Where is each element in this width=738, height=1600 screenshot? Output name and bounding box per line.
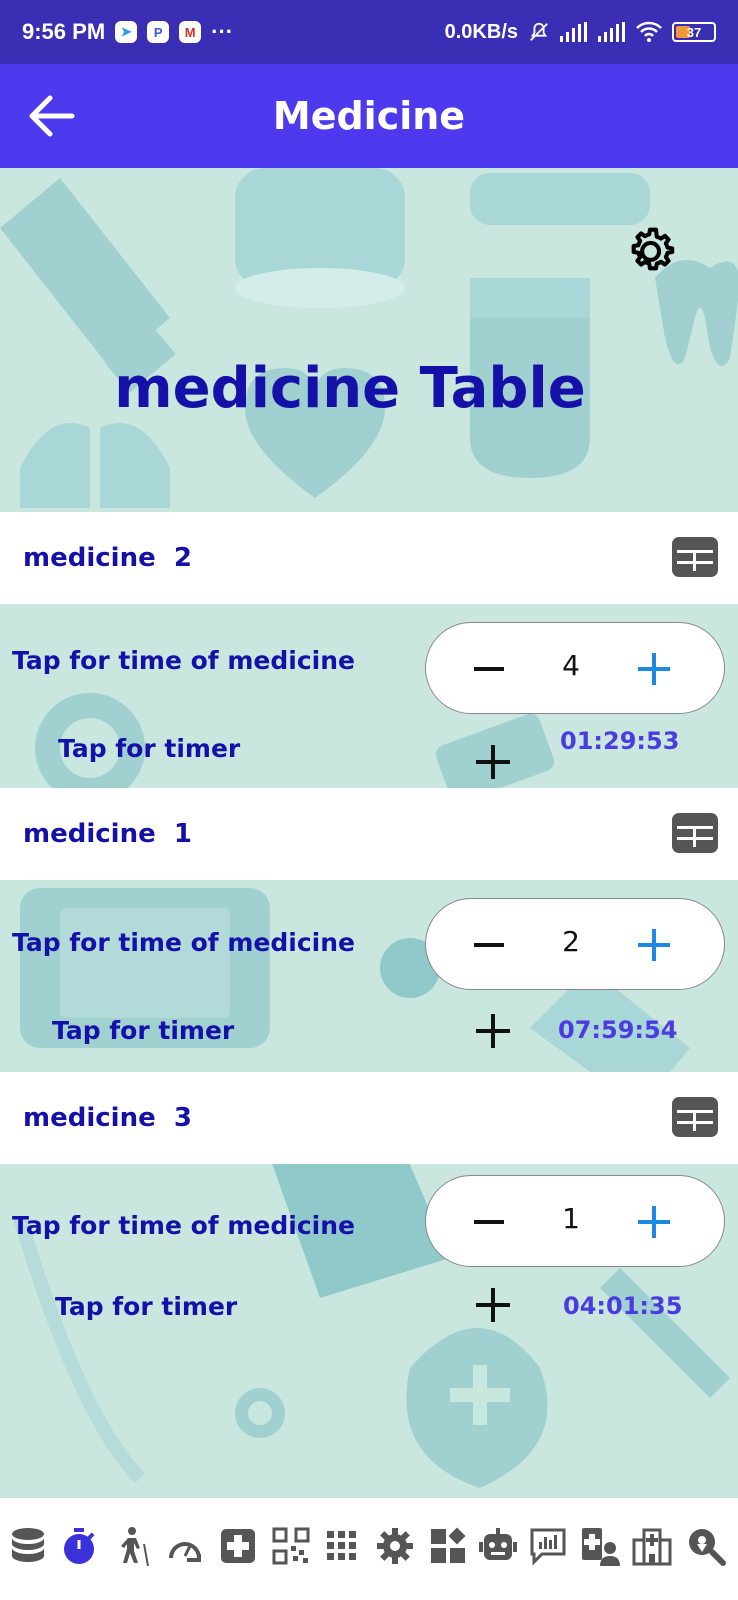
add-timer-button[interactable] xyxy=(476,1014,510,1048)
increment-button[interactable] xyxy=(638,1206,670,1238)
status-time: 9:56 PM xyxy=(22,19,106,44)
back-arrow-icon[interactable] xyxy=(28,94,76,138)
add-timer-button[interactable] xyxy=(476,1288,510,1322)
gear-icon[interactable] xyxy=(624,220,682,278)
increment-button[interactable] xyxy=(638,653,670,685)
quantity-value: 4 xyxy=(562,649,580,682)
p-app-icon: P xyxy=(147,21,170,43)
signal-icon-2 xyxy=(598,22,625,42)
tap-for-time-label[interactable]: Tap for time of medicine xyxy=(12,646,355,675)
tap-for-timer-label[interactable]: Tap for timer xyxy=(58,734,240,763)
medicine-table-title: medicine Table xyxy=(114,356,586,421)
quantity-stepper: 2 xyxy=(425,898,725,990)
medicine-header[interactable]: medicine 1 xyxy=(0,788,738,880)
decrement-button[interactable] xyxy=(474,1220,504,1224)
wifi-icon xyxy=(636,21,662,42)
status-bar: 9:56 PM ➤ P M ··· 0.0KB/s 37 xyxy=(0,0,738,64)
medicine-header[interactable]: medicine 2 xyxy=(0,512,738,604)
gear-icon[interactable] xyxy=(375,1526,415,1566)
medicine-name: medicine 2 xyxy=(23,543,192,573)
database-icon[interactable] xyxy=(8,1526,48,1566)
medicine-name: medicine 1 xyxy=(23,819,192,849)
table-icon[interactable] xyxy=(672,1097,718,1137)
tap-for-time-label[interactable]: Tap for time of medicine xyxy=(12,928,355,957)
widgets-icon[interactable] xyxy=(428,1526,468,1566)
stopwatch-icon[interactable] xyxy=(59,1526,99,1566)
tap-for-timer-label[interactable]: Tap for timer xyxy=(52,1016,234,1045)
walking-icon[interactable] xyxy=(114,1526,154,1566)
medicine-name: medicine 3 xyxy=(23,1103,192,1133)
qr-code-icon[interactable] xyxy=(271,1526,311,1566)
medicine-header[interactable]: medicine 3 xyxy=(0,1072,738,1164)
tap-for-timer-label[interactable]: Tap for timer xyxy=(55,1292,237,1321)
quantity-stepper: 1 xyxy=(425,1175,725,1267)
bottom-navigation xyxy=(0,1498,738,1600)
add-timer-button[interactable] xyxy=(476,745,510,779)
decrement-button[interactable] xyxy=(474,667,504,671)
page-title: Medicine xyxy=(272,94,466,138)
signal-icon-1 xyxy=(560,22,587,42)
quantity-value: 2 xyxy=(562,925,580,958)
mute-bell-icon xyxy=(530,22,548,41)
gauge-icon[interactable] xyxy=(165,1526,205,1566)
table-icon[interactable] xyxy=(672,537,718,577)
chart-message-icon[interactable] xyxy=(528,1526,568,1566)
medical-plus-icon[interactable] xyxy=(218,1526,258,1566)
quantity-stepper: 4 xyxy=(425,622,725,714)
hospital-icon[interactable] xyxy=(632,1526,672,1566)
search-location-icon[interactable] xyxy=(686,1526,726,1566)
increment-button[interactable] xyxy=(638,929,670,961)
timer-countdown: 04:01:35 xyxy=(563,1292,683,1320)
decrement-button[interactable] xyxy=(474,943,504,947)
grid-icon[interactable] xyxy=(322,1526,362,1566)
timer-countdown: 01:29:53 xyxy=(560,727,680,755)
doctor-icon[interactable] xyxy=(580,1526,620,1566)
table-icon[interactable] xyxy=(672,813,718,853)
telegram-icon: ➤ xyxy=(115,21,138,43)
quantity-value: 1 xyxy=(562,1202,580,1235)
more-notifications-icon: ··· xyxy=(211,19,234,44)
tap-for-time-label[interactable]: Tap for time of medicine xyxy=(12,1211,355,1240)
robot-icon[interactable] xyxy=(478,1526,518,1566)
timer-countdown: 07:59:54 xyxy=(558,1016,678,1044)
app-bar: Medicine xyxy=(0,64,738,168)
network-speed: 0.0KB/s xyxy=(444,20,518,43)
gmail-icon: M xyxy=(179,21,202,43)
battery-icon: 37 xyxy=(672,22,716,42)
